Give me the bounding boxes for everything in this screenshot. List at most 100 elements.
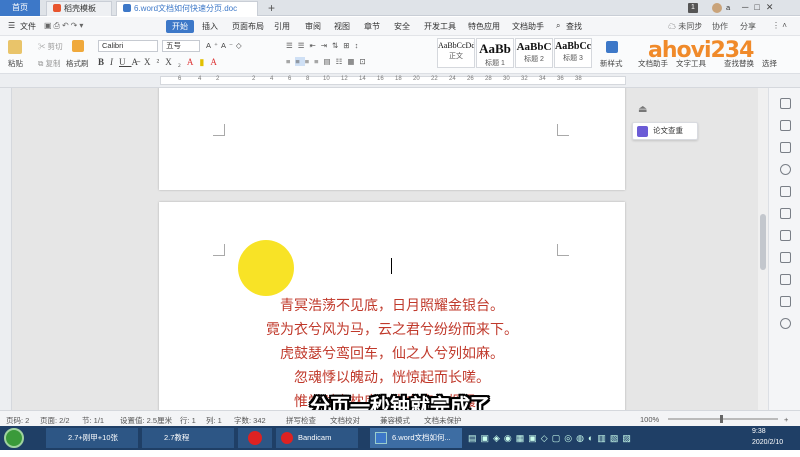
status-section[interactable]: 节: 1/1	[82, 415, 104, 426]
style-label: 标题 3	[563, 55, 583, 62]
tab-home[interactable]: 首页	[0, 0, 40, 16]
new-style-button[interactable]: 新样式	[600, 58, 623, 69]
menu-doc-assistant[interactable]: 文档助手	[512, 21, 544, 32]
style-heading2[interactable]: AaBbC 标题 2	[515, 38, 553, 68]
menu-file[interactable]: 文件	[20, 21, 36, 32]
paste-icon[interactable]	[8, 40, 22, 54]
menu-review[interactable]: 审阅	[305, 21, 321, 32]
font-select[interactable]: Calibri	[98, 40, 158, 52]
title-bar: 首页 稻壳模板 6.word文档如何快速分页.doc + 1 a ─□✕	[0, 0, 800, 16]
font-format-buttons[interactable]: BIUA̶X²X₂A▮A	[98, 57, 223, 68]
notification-badge[interactable]: 1	[688, 3, 698, 13]
avatar[interactable]	[712, 3, 722, 13]
taskbar-date: 2020/2/10	[752, 439, 784, 446]
menu-view[interactable]: 视图	[334, 21, 350, 32]
zoom-level[interactable]: 100%	[640, 415, 659, 424]
style-heading3[interactable]: AaBbCc 标题 3	[554, 38, 592, 68]
list-buttons[interactable]: ☰☰⇤⇥⇅⊞↕	[286, 41, 363, 50]
ruler-tick: 14	[359, 76, 366, 82]
taskbar-tray-apps[interactable]: ▤▣◈◉▦▣◇▢◎◍◐▥▧▨	[468, 428, 718, 448]
menu-page-layout[interactable]: 页面布局	[232, 21, 264, 32]
taskbar-folder-2[interactable]: 2.7教程	[142, 428, 234, 448]
select-button[interactable]: 选择	[762, 58, 777, 69]
style-heading1[interactable]: AaBb 标题 1	[476, 38, 514, 68]
ruler-tick: 32	[521, 76, 528, 82]
tab-template[interactable]: 稻壳模板	[46, 1, 112, 16]
more-icon[interactable]: ⋮ ˄	[772, 21, 787, 30]
tab-document[interactable]: 6.word文档如何快速分页.doc	[116, 1, 258, 16]
status-setting[interactable]: 设置值: 2.5厘米	[120, 415, 172, 426]
copy-button[interactable]: ⧉ 复制	[38, 58, 60, 69]
zoom-slider-thumb[interactable]	[720, 415, 723, 423]
search-icon[interactable]: ⌕	[556, 21, 560, 31]
ruler-tick: 10	[323, 76, 330, 82]
style-sample: AaBbCc	[555, 41, 591, 52]
taskbar-label: 6.word文档如何...	[392, 433, 451, 442]
collapse-icon[interactable]: ⏏	[638, 104, 647, 115]
taskbar-wps-doc[interactable]: 6.word文档如何...	[370, 428, 462, 448]
font-size-adjust[interactable]: A⁺A⁻◇	[206, 41, 245, 50]
new-tab-button[interactable]: +	[268, 1, 275, 15]
menu-references[interactable]: 引用	[274, 21, 290, 32]
panel-toggle-icon[interactable]	[780, 98, 791, 109]
scrollbar-thumb[interactable]	[760, 214, 766, 270]
format-painter-button[interactable]: 格式刷	[66, 58, 89, 69]
horizontal-ruler: 6 4 2 2 4 6 8 10 12 14 16 18 20 22 24 26…	[0, 74, 800, 88]
menu-insert[interactable]: 插入	[202, 21, 218, 32]
taskbar-recorder[interactable]	[238, 428, 272, 448]
sync-label: 未同步	[678, 22, 703, 31]
status-page[interactable]: 页码: 2	[6, 415, 29, 426]
taskbar-folder-1[interactable]: 2.7+刚甲+10张	[46, 428, 138, 448]
select-icon[interactable]	[780, 142, 791, 153]
status-word-count[interactable]: 字数: 342	[234, 415, 266, 426]
share-button[interactable]: 分享	[740, 21, 756, 32]
help-icon[interactable]	[780, 296, 791, 307]
zoom-slider[interactable]	[668, 418, 778, 420]
taskbar-bandicam[interactable]: Bandicam	[276, 428, 358, 448]
cut-button[interactable]: ✂ 剪切	[38, 41, 63, 52]
bandicam-icon	[281, 432, 293, 444]
quick-access-icons[interactable]: ▣⎙↶↷▾	[44, 21, 85, 31]
settings-icon[interactable]	[780, 318, 791, 329]
hamburger-icon[interactable]: ☰	[8, 21, 15, 30]
font-size-select[interactable]: 五号	[162, 40, 200, 52]
ruler-tick: 34	[539, 76, 546, 82]
protect-status[interactable]: 文档未保护	[424, 415, 462, 426]
translate-icon[interactable]	[780, 274, 791, 285]
menu-security[interactable]: 安全	[394, 21, 410, 32]
menu-search[interactable]: 查找	[566, 21, 582, 32]
format-painter-icon[interactable]	[72, 40, 84, 52]
spell-check-toggle[interactable]: 拼写检查	[286, 415, 316, 426]
paste-button[interactable]: 粘贴	[8, 58, 23, 69]
style-icon[interactable]	[780, 120, 791, 131]
menu-developer[interactable]: 开发工具	[424, 21, 456, 32]
tools-icon[interactable]	[780, 208, 791, 219]
align-buttons[interactable]: ≡≡≡≡▤☷▦⊡	[286, 57, 371, 66]
ruler-tick: 28	[485, 76, 492, 82]
start-icon[interactable]	[4, 428, 24, 448]
menu-start[interactable]: 开始	[166, 20, 194, 33]
paper-check-button[interactable]: 论文查重	[632, 122, 698, 140]
style-normal[interactable]: AaBbCcDd 正文	[437, 38, 475, 68]
share-icon[interactable]	[780, 230, 791, 241]
doc-check-button[interactable]: 文档校对	[330, 415, 360, 426]
right-task-panel	[768, 88, 800, 410]
margin-corner	[557, 244, 569, 256]
menu-features[interactable]: 特色应用	[468, 21, 500, 32]
vertical-scrollbar[interactable]	[758, 88, 768, 410]
window-controls[interactable]: ─□✕	[742, 2, 779, 13]
status-pages[interactable]: 页面: 2/2	[40, 415, 70, 426]
menu-chapter[interactable]: 章节	[364, 21, 380, 32]
collab-button[interactable]: 协作	[712, 21, 728, 32]
status-bar: 页码: 2 页面: 2/2 节: 1/1 设置值: 2.5厘米 行: 1 列: …	[0, 410, 800, 426]
properties-icon[interactable]	[780, 186, 791, 197]
status-col[interactable]: 列: 1	[206, 415, 222, 426]
tab-template-label: 稻壳模板	[64, 4, 96, 13]
status-row[interactable]: 行: 1	[180, 415, 196, 426]
location-icon[interactable]	[780, 164, 791, 175]
new-style-icon[interactable]	[606, 41, 618, 53]
zoom-in-icon[interactable]: +	[784, 415, 788, 424]
backup-icon[interactable]	[780, 252, 791, 263]
sync-status[interactable]: ☁ 未同步	[668, 21, 702, 32]
style-label: 正文	[449, 53, 463, 60]
